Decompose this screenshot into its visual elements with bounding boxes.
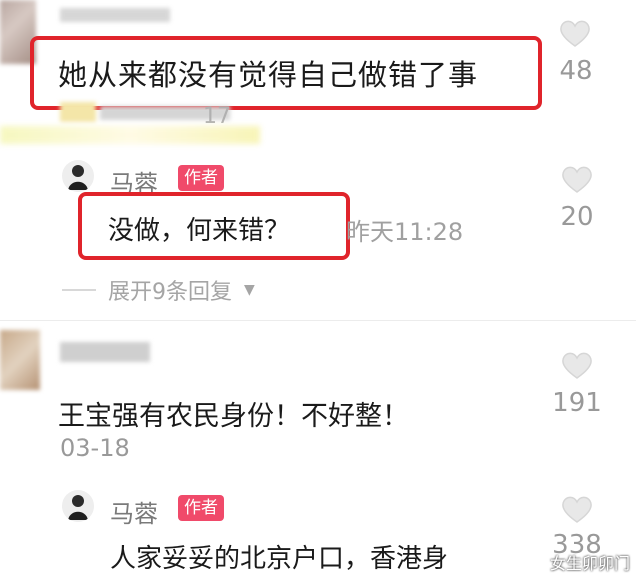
reply-time: 昨天11:28	[346, 218, 464, 246]
author-name[interactable]: 马蓉	[110, 494, 158, 529]
watermark: 女生卯卯门	[549, 554, 630, 573]
avatar-icon[interactable]	[62, 160, 94, 192]
like-count: 20	[560, 202, 594, 232]
chevron-down-icon: ▼	[244, 282, 255, 298]
like-count: 191	[552, 388, 602, 418]
like-button[interactable]	[560, 164, 594, 198]
like-button[interactable]	[560, 350, 594, 384]
heart-outline-icon	[562, 352, 592, 379]
reply-text: 人家妥妥的北京户口，香港身	[110, 544, 449, 574]
like-count: 48	[559, 56, 593, 86]
commenter-avatar[interactable]	[0, 330, 40, 390]
expand-replies-label: 展开9条回复	[108, 280, 232, 305]
expand-replies-button[interactable]: 展开9条回复 ▼	[62, 274, 255, 306]
author-badge: 作者	[178, 165, 224, 191]
reply-text: 没做，何来错？	[108, 216, 291, 246]
author-badge: 作者	[178, 495, 224, 521]
expand-divider	[62, 289, 96, 291]
comment-text: 王宝强有农民身份！不好整！	[58, 401, 409, 432]
like-button[interactable]	[560, 494, 594, 528]
heart-outline-icon	[562, 496, 592, 523]
heart-outline-icon	[560, 20, 590, 47]
heart-outline-icon	[562, 166, 592, 193]
comment-date: 03-18	[60, 434, 130, 462]
comment-divider	[0, 320, 636, 321]
like-button[interactable]	[558, 18, 592, 52]
highlight-strip	[0, 126, 260, 144]
commenter-name-blurred	[60, 8, 170, 22]
commenter-name-blurred	[60, 342, 150, 362]
comment-text: 她从来都没有觉得自己做错了事	[58, 58, 479, 92]
avatar-icon[interactable]	[62, 490, 94, 522]
